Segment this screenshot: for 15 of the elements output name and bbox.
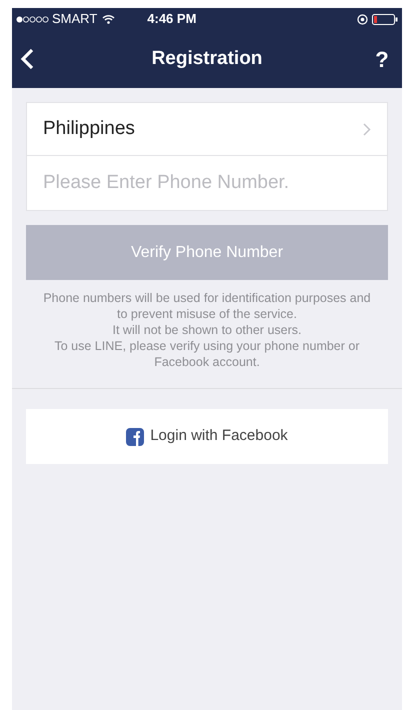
chevron-icon bbox=[363, 122, 371, 136]
back-icon bbox=[20, 48, 34, 70]
phone-input[interactable]: Please Enter Phone Number. bbox=[26, 156, 388, 211]
facebook-login-button[interactable]: Login with Facebook bbox=[26, 409, 388, 464]
help-button[interactable]: ? bbox=[370, 42, 394, 76]
facebook-logo-icon bbox=[126, 428, 144, 446]
status-time: 4:46 PM bbox=[147, 10, 196, 28]
notice-text: Phone numbers will be used for identification purposes and to prevent misuse of the service. It will not be shown to other users. To use LINE, please verify using your phone number or Facebook account. bbox=[42, 290, 372, 370]
rotation-lock-icon bbox=[357, 14, 368, 24]
battery-icon bbox=[372, 14, 398, 24]
carrier-name: SMART bbox=[52, 10, 98, 28]
country-selector[interactable]: Philippines bbox=[26, 102, 388, 156]
signal-icon bbox=[16, 16, 50, 22]
screen-title: Registration bbox=[150, 46, 264, 71]
wifi-icon bbox=[102, 14, 116, 24]
